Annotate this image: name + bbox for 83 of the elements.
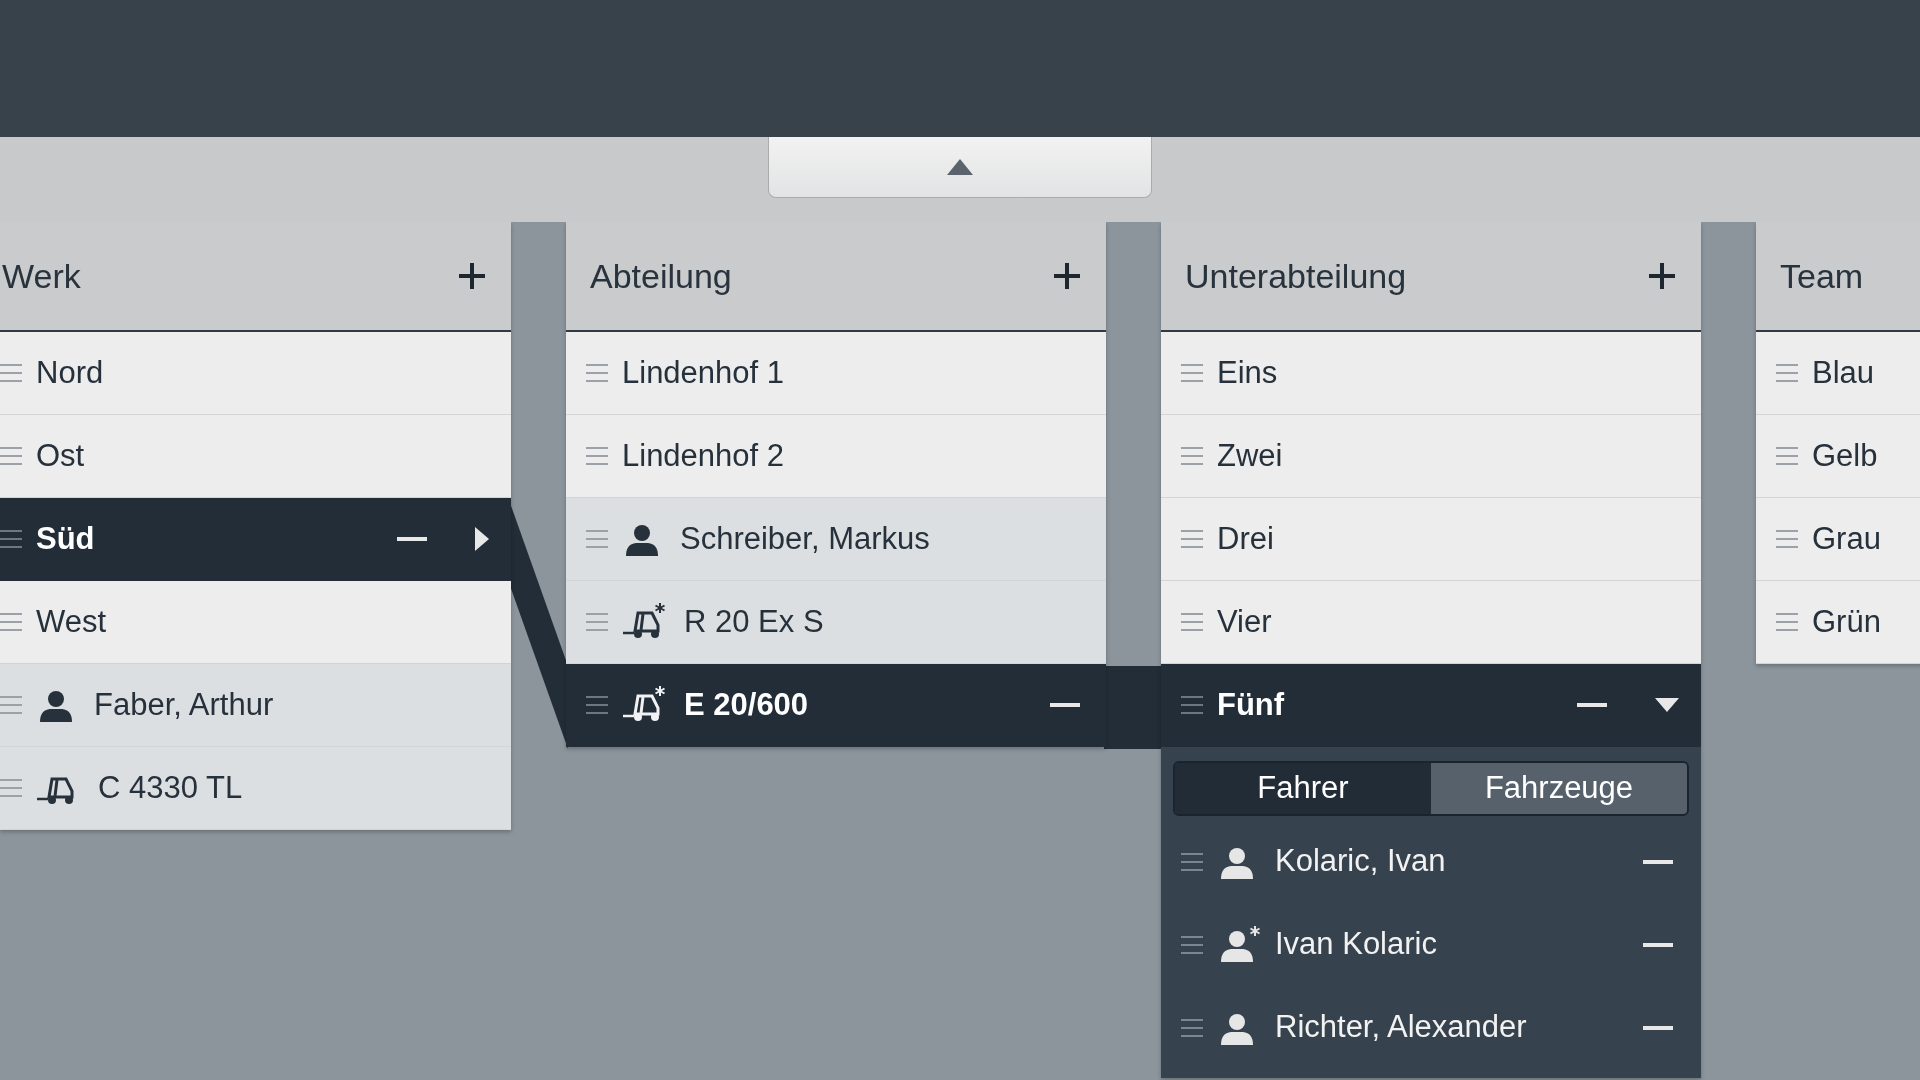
member-name: Richter, Alexander xyxy=(1275,1008,1528,1047)
minus-icon xyxy=(1050,703,1080,707)
column-title: Abteilung xyxy=(590,255,732,297)
item-label: Drei xyxy=(1217,519,1275,558)
drag-handle-icon[interactable] xyxy=(1181,446,1203,466)
item-label: E 20/600 xyxy=(684,685,810,724)
list-item[interactable]: Ost xyxy=(0,415,511,498)
drag-handle-icon[interactable] xyxy=(586,612,608,632)
item-label: Ost xyxy=(36,436,86,475)
drag-handle-icon[interactable] xyxy=(1181,934,1203,955)
item-label: Süd xyxy=(36,519,96,558)
member-name: Kolaric, Ivan xyxy=(1275,842,1447,881)
list-item[interactable]: Blau xyxy=(1756,332,1920,415)
caret-right-icon[interactable] xyxy=(475,527,489,551)
minus-icon xyxy=(1643,942,1673,947)
drag-handle-icon[interactable] xyxy=(0,446,22,466)
plus-icon xyxy=(459,263,485,289)
drag-handle-icon[interactable] xyxy=(586,363,608,383)
collapse-tab[interactable] xyxy=(768,137,1152,198)
drag-handle-icon[interactable] xyxy=(1776,612,1798,632)
column-title: Werk xyxy=(2,255,81,297)
up-triangle-icon xyxy=(945,157,975,177)
drag-handle-icon[interactable] xyxy=(1181,695,1203,715)
drag-handle-icon[interactable] xyxy=(586,529,608,549)
item-label: R 20 Ex S xyxy=(684,602,825,641)
drag-handle-icon[interactable] xyxy=(586,695,608,715)
drag-handle-icon[interactable] xyxy=(1776,446,1798,466)
drag-handle-icon[interactable] xyxy=(0,363,22,383)
item-label: Blau xyxy=(1812,353,1876,392)
plus-icon xyxy=(1649,263,1675,289)
item-label: Fünf xyxy=(1217,685,1286,724)
drag-handle-icon[interactable] xyxy=(1181,529,1203,549)
drag-handle-icon[interactable] xyxy=(1181,363,1203,383)
list-item[interactable]: Fünf xyxy=(1161,664,1701,747)
list-item[interactable]: C 4330 TL xyxy=(0,747,511,830)
column-title: Team xyxy=(1780,255,1864,297)
list-item[interactable]: Schreiber, Markus xyxy=(566,498,1106,581)
item-label: Gelb xyxy=(1812,436,1879,475)
drag-handle-icon[interactable] xyxy=(1776,363,1798,383)
item-label: Zwei xyxy=(1217,436,1284,475)
drag-handle-icon[interactable] xyxy=(0,695,22,715)
drag-handle-icon[interactable] xyxy=(0,612,22,632)
item-label: Eins xyxy=(1217,353,1279,392)
list-item[interactable]: Lindenhof 1 xyxy=(566,332,1106,415)
minus-icon xyxy=(1643,1025,1673,1030)
drag-handle-icon[interactable] xyxy=(1181,612,1203,632)
list-item[interactable]: Nord xyxy=(0,332,511,415)
item-label: Nord xyxy=(36,353,105,392)
item-label: Lindenhof 2 xyxy=(622,436,786,475)
minus-icon xyxy=(397,537,427,541)
list-item[interactable]: Eins xyxy=(1161,332,1701,415)
segment-tab[interactable]: Fahrer xyxy=(1175,763,1431,814)
drag-handle-icon[interactable] xyxy=(1181,1017,1203,1038)
item-label: Schreiber, Markus xyxy=(680,519,931,558)
list-item[interactable]: Grün xyxy=(1756,581,1920,664)
minus-icon xyxy=(1577,703,1607,707)
item-label: C 4330 TL xyxy=(98,768,244,807)
segment-tab[interactable]: Fahrzeuge xyxy=(1431,763,1687,814)
item-label: West xyxy=(36,602,108,641)
item-label: Grau xyxy=(1812,519,1882,558)
list-item[interactable]: Drei xyxy=(1161,498,1701,581)
plus-icon xyxy=(1054,263,1080,289)
list-item[interactable]: R 20 Ex S xyxy=(566,581,1106,664)
caret-down-icon[interactable] xyxy=(1655,698,1679,712)
minus-icon xyxy=(1643,859,1673,864)
list-item[interactable]: Zwei xyxy=(1161,415,1701,498)
list-item[interactable]: Faber, Arthur xyxy=(0,664,511,747)
list-item[interactable]: Grau xyxy=(1756,498,1920,581)
list-item[interactable]: Gelb xyxy=(1756,415,1920,498)
column-title: Unterabteilung xyxy=(1185,255,1407,297)
list-item[interactable]: Vier xyxy=(1161,581,1701,664)
item-label: Grün xyxy=(1812,602,1882,641)
member-name: Ivan Kolaric xyxy=(1275,925,1438,964)
drag-handle-icon[interactable] xyxy=(0,778,22,798)
list-item[interactable]: West xyxy=(0,581,511,664)
item-label: Lindenhof 1 xyxy=(622,353,786,392)
drag-handle-icon[interactable] xyxy=(586,446,608,466)
drag-handle-icon[interactable] xyxy=(0,529,22,549)
drag-handle-icon[interactable] xyxy=(1181,851,1203,872)
list-item[interactable]: Lindenhof 2 xyxy=(566,415,1106,498)
item-label: Vier xyxy=(1217,602,1273,641)
drag-handle-icon[interactable] xyxy=(1776,529,1798,549)
item-label: Faber, Arthur xyxy=(94,685,275,724)
